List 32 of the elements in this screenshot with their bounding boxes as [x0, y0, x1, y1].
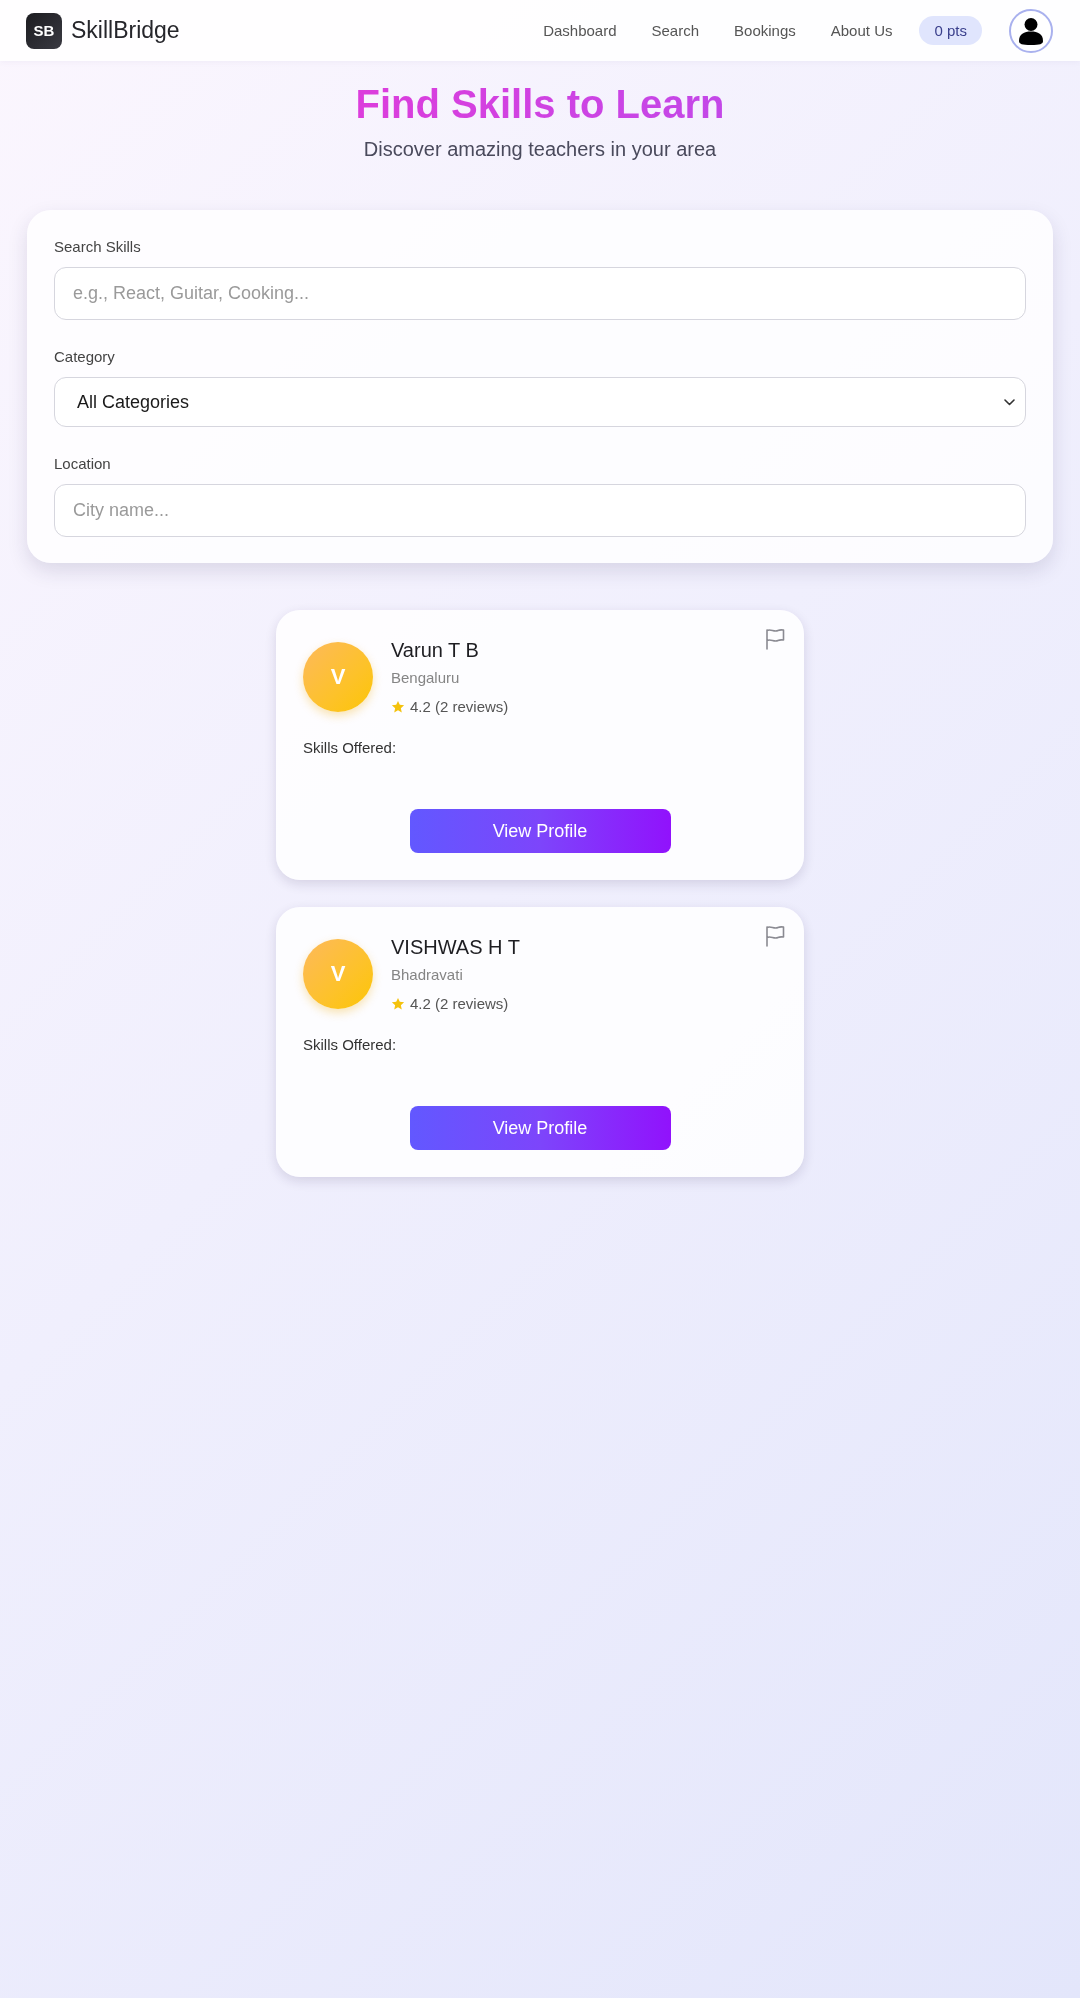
flag-icon[interactable]	[765, 925, 785, 947]
field-label: Location	[54, 454, 112, 474]
page-subtitle: Discover amazing teachers in your area	[362, 137, 718, 162]
teacher-location: Bhadravati	[391, 965, 463, 985]
nav-link[interactable]: Dashboard	[543, 22, 617, 39]
location-field[interactable]: City name...	[54, 484, 1026, 537]
chevron-down-icon	[1004, 398, 1015, 406]
flag-icon[interactable]	[765, 628, 785, 650]
rating-text: 4.2 (2 reviews)	[410, 697, 509, 717]
category-select[interactable]: All Categories	[54, 377, 1026, 427]
teacher-name: Varun T B	[391, 638, 479, 663]
rating-text: 4.2 (2 reviews)	[410, 994, 509, 1014]
field-label: Category	[54, 347, 116, 367]
nav-link[interactable]: About Us	[830, 22, 893, 39]
skills-offered-label: Skills Offered:	[303, 738, 398, 758]
avatar-initial: V	[303, 939, 373, 1009]
nav-link[interactable]: Search	[651, 22, 700, 39]
skills-offered-label: Skills Offered:	[303, 1035, 398, 1055]
field-label: Search Skills	[54, 237, 142, 257]
teacher-location: Bengaluru	[391, 668, 460, 688]
user-avatar-icon[interactable]	[1009, 8, 1053, 53]
logo-mark[interactable]: SB	[26, 12, 62, 49]
nav-link[interactable]: Bookings	[734, 22, 796, 39]
brand-name[interactable]: SkillBridge	[71, 17, 180, 44]
star-icon	[391, 700, 405, 714]
avatar-initial: V	[303, 642, 373, 712]
view-profile-button[interactable]: View Profile	[409, 1106, 671, 1150]
points-badge: 0 pts	[919, 16, 982, 45]
teacher-name: VISHWAS H T	[391, 935, 520, 960]
skill-search-field[interactable]: e.g., React, Guitar, Cooking...	[54, 267, 1026, 320]
view-profile-button[interactable]: View Profile	[409, 809, 671, 853]
star-icon	[391, 997, 405, 1011]
